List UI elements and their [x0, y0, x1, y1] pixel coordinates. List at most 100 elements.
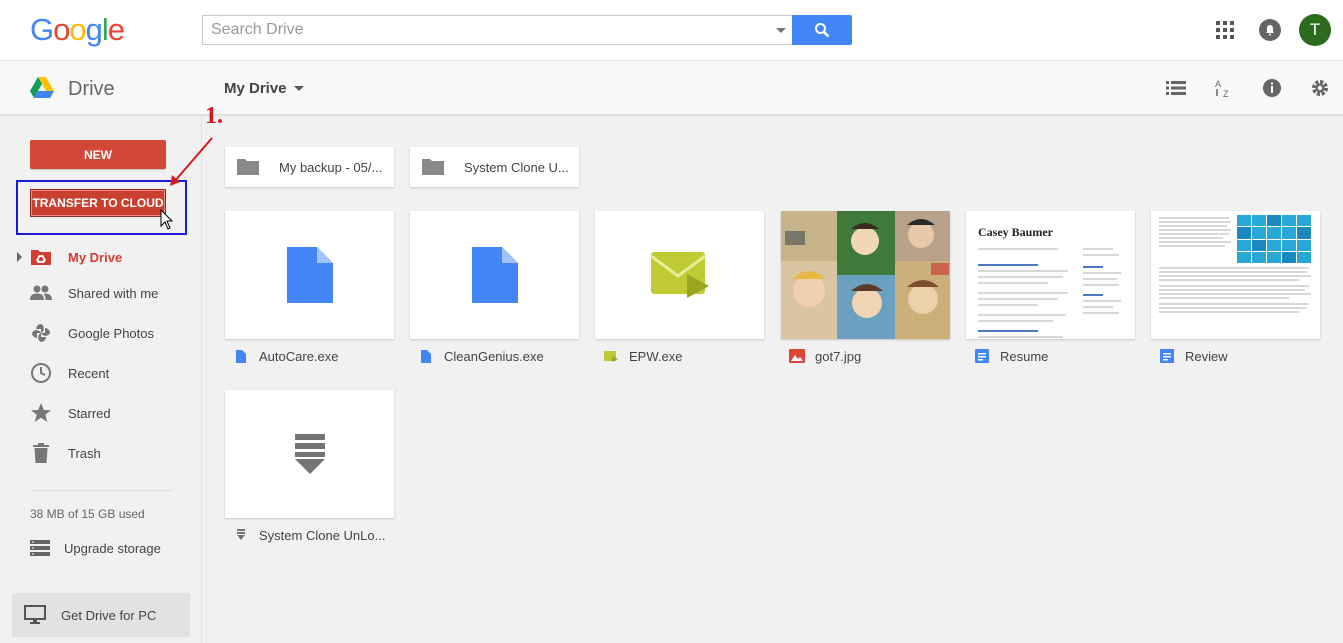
folder-icon: [237, 159, 259, 175]
folder-icon: [422, 159, 444, 175]
file-card[interactable]: [410, 211, 579, 339]
sidebar-item-starred[interactable]: Starred: [0, 398, 202, 428]
list-view-icon[interactable]: [1164, 76, 1188, 100]
sidebar: NEW TRANSFER TO CLOUD My Drive Shared wi…: [0, 116, 202, 643]
folder-card[interactable]: System Clone U...: [410, 147, 579, 187]
file-label[interactable]: EPW.exe: [603, 347, 682, 365]
video-envelope-icon: [650, 252, 709, 298]
logo-letter: o: [53, 12, 70, 47]
search-icon: [815, 23, 830, 38]
search-input[interactable]: [203, 16, 763, 44]
sidebar-item-label: My Drive: [68, 249, 123, 265]
notifications-icon[interactable]: [1259, 19, 1281, 41]
location-title[interactable]: My Drive: [224, 80, 287, 97]
sidebar-item-shared-with-me[interactable]: Shared with me: [0, 278, 202, 308]
file-thumbnail: [225, 390, 394, 518]
settings-icon[interactable]: [1308, 76, 1332, 100]
image-file-icon: [789, 348, 805, 364]
google-logo[interactable]: Google: [30, 12, 125, 48]
drive-logo-icon[interactable]: [30, 77, 54, 101]
file-name: AutoCare.exe: [259, 348, 339, 364]
folder-name: System Clone U...: [464, 159, 569, 175]
get-drive-label: Get Drive for PC: [61, 607, 157, 623]
file-type-icon: [418, 348, 434, 364]
search-box: [202, 15, 792, 45]
file-label[interactable]: Review: [1159, 347, 1228, 365]
divider: [30, 490, 172, 491]
chevron-down-icon[interactable]: [294, 86, 304, 91]
upgrade-storage-link[interactable]: Upgrade storage: [30, 538, 161, 558]
sidebar-item-label: Recent: [68, 365, 110, 381]
folder-card[interactable]: My backup - 05/...: [225, 147, 394, 187]
file-label[interactable]: System Clone UnLo...: [233, 526, 385, 544]
logo-letter: g: [85, 12, 103, 47]
file-card[interactable]: [225, 211, 394, 339]
image-thumbnail: [781, 211, 950, 339]
sidebar-item-my-drive[interactable]: My Drive: [0, 242, 202, 272]
top-bar: Google T: [0, 0, 1343, 61]
document-preview: Casey Baumer: [966, 211, 1135, 339]
file-label[interactable]: AutoCare.exe: [233, 347, 339, 365]
file-name: Resume: [1000, 348, 1049, 364]
clock-icon: [30, 362, 52, 384]
svg-text:A: A: [1215, 79, 1221, 89]
resume-preview-title: Casey Baumer: [978, 225, 1053, 239]
file-card[interactable]: [225, 390, 394, 518]
photo-collage-icon: [781, 211, 950, 339]
file-name: EPW.exe: [629, 348, 683, 364]
folder-name: My backup - 05/...: [279, 159, 383, 175]
svg-text:Z: Z: [1223, 89, 1229, 98]
search-button[interactable]: [792, 15, 852, 45]
docs-file-icon: [1159, 348, 1175, 364]
generic-file-icon: [286, 247, 333, 303]
step-annotation: 1.: [205, 103, 223, 129]
avatar[interactable]: T: [1299, 14, 1331, 46]
file-card[interactable]: [595, 211, 764, 339]
sidebar-item-trash[interactable]: Trash: [0, 438, 202, 468]
new-button[interactable]: NEW: [30, 140, 166, 169]
app-name[interactable]: Drive: [68, 78, 115, 101]
drive-toolbar: Drive My Drive AZ: [0, 61, 1343, 115]
file-label[interactable]: CleanGenius.exe: [418, 347, 544, 365]
document-preview: [1151, 211, 1320, 339]
file-label[interactable]: got7.jpg: [789, 347, 861, 365]
get-drive-for-pc-button[interactable]: Get Drive for PC: [12, 593, 190, 637]
info-icon[interactable]: [1260, 76, 1284, 100]
sort-az-icon[interactable]: AZ: [1212, 76, 1236, 100]
file-name: CleanGenius.exe: [444, 348, 544, 364]
monitor-icon: [24, 605, 46, 624]
file-card[interactable]: [781, 211, 950, 339]
transfer-to-cloud-button[interactable]: TRANSFER TO CLOUD: [30, 189, 166, 217]
file-name: Review: [1185, 348, 1228, 364]
docs-file-icon: [974, 348, 990, 364]
apps-grid-icon[interactable]: [1216, 21, 1234, 39]
sidebar-item-label: Starred: [68, 405, 111, 421]
upgrade-storage-label: Upgrade storage: [64, 540, 161, 556]
photos-pinwheel-icon: [30, 322, 52, 344]
archive-file-icon: [233, 527, 249, 543]
video-file-icon: [603, 348, 619, 364]
file-thumbnail: [595, 211, 764, 339]
file-card[interactable]: Casey Baumer: [966, 211, 1135, 339]
sidebar-item-recent[interactable]: Recent: [0, 358, 202, 388]
storage-usage-text: 38 MB of 15 GB used: [30, 507, 145, 521]
file-label[interactable]: Resume: [974, 347, 1048, 365]
file-thumbnail: [410, 211, 579, 339]
mouse-cursor-icon: [160, 209, 174, 230]
sidebar-item-label: Trash: [68, 445, 101, 461]
my-drive-icon: [30, 246, 52, 268]
file-name: got7.jpg: [815, 348, 862, 364]
sidebar-item-google-photos[interactable]: Google Photos: [0, 318, 202, 348]
search-options-dropdown-icon[interactable]: [776, 28, 786, 33]
shared-people-icon: [30, 282, 52, 304]
archive-download-icon: [294, 434, 325, 474]
file-type-icon: [233, 348, 249, 364]
storage-stack-icon: [30, 540, 50, 556]
file-name: System Clone UnLo...: [259, 527, 386, 543]
expand-arrow-icon[interactable]: [17, 252, 22, 262]
file-thumbnail: [225, 211, 394, 339]
logo-letter: G: [30, 12, 54, 47]
logo-letter: e: [107, 12, 125, 47]
file-card[interactable]: [1151, 211, 1320, 339]
sidebar-item-label: Shared with me: [68, 285, 159, 301]
